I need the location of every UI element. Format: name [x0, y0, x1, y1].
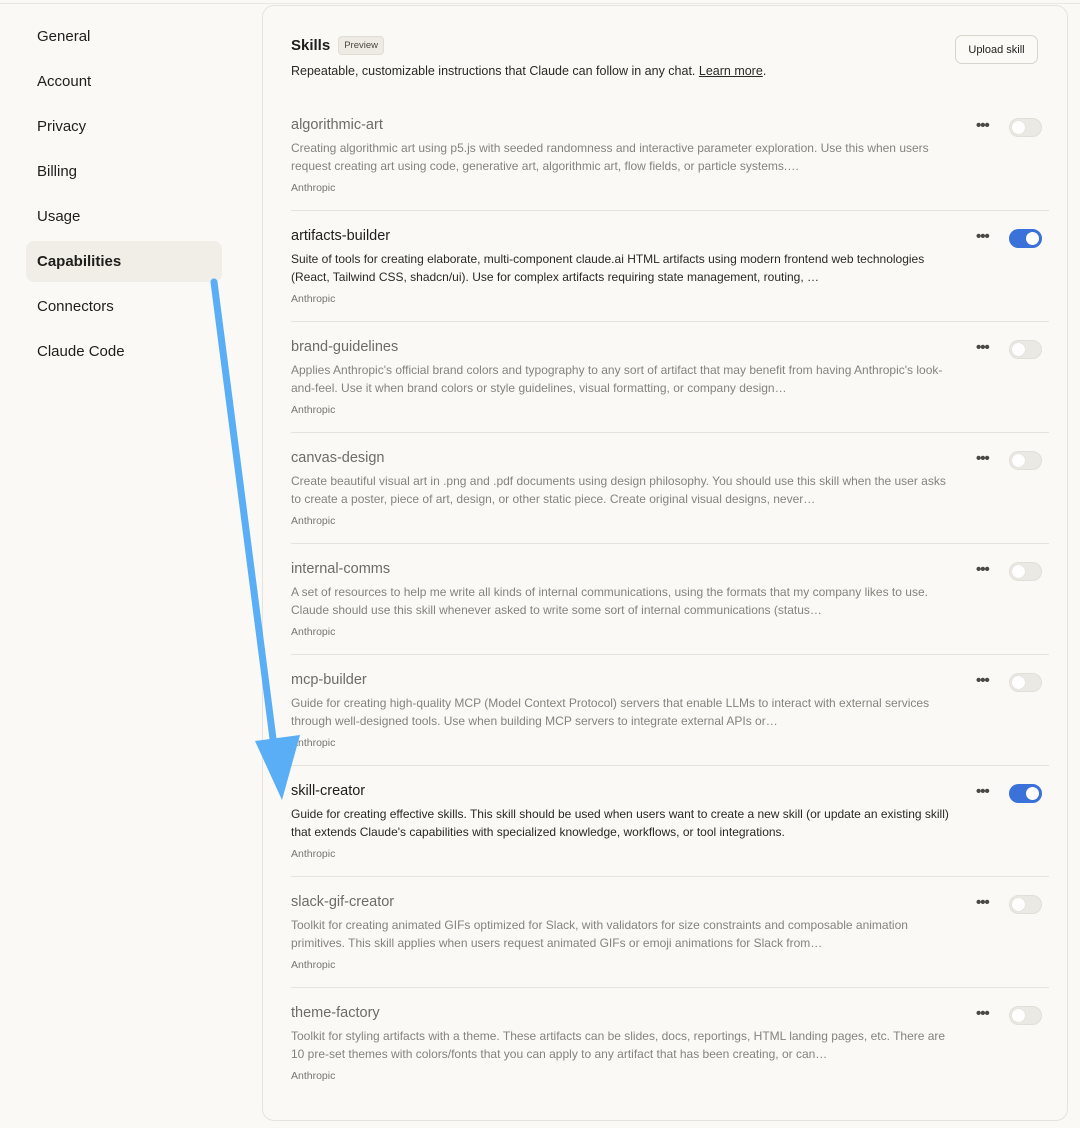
- sidebar-item-claude-code[interactable]: Claude Code: [26, 331, 222, 372]
- skill-row-slack-gif-creator: slack-gif-creator Toolkit for creating an…: [291, 877, 1049, 988]
- toggle-knob: [1012, 121, 1025, 134]
- skill-description: Creating algorithmic art using p5.js wit…: [291, 141, 929, 173]
- toggle-knob: [1012, 565, 1025, 578]
- skill-row-brand-guidelines: brand-guidelines Applies Anthropic's offi…: [291, 322, 1049, 433]
- toggle-knob: [1012, 1009, 1025, 1022]
- more-options-icon[interactable]: •••: [976, 1005, 990, 1022]
- skill-author: Anthropic: [291, 515, 336, 527]
- skill-description: Toolkit for creating animated GIFs optim…: [291, 918, 908, 950]
- skill-toggle[interactable]: [1009, 451, 1042, 470]
- skill-author: Anthropic: [291, 404, 336, 416]
- skill-author: Anthropic: [291, 293, 336, 305]
- learn-more-link[interactable]: Learn more: [699, 64, 763, 78]
- more-options-icon[interactable]: •••: [976, 561, 990, 578]
- skill-row-skill-creator: skill-creator Guide for creating effectiv…: [291, 766, 1049, 877]
- skill-author: Anthropic: [291, 1070, 336, 1082]
- more-options-icon[interactable]: •••: [976, 117, 990, 134]
- skill-author: Anthropic: [291, 737, 336, 749]
- skill-toggle[interactable]: [1009, 1006, 1042, 1025]
- skill-name[interactable]: slack-gif-creator: [291, 894, 394, 910]
- skills-subtitle-text: Repeatable, customizable instructions th…: [291, 64, 699, 78]
- upload-skill-button[interactable]: Upload skill: [955, 35, 1038, 64]
- skill-name[interactable]: canvas-design: [291, 450, 385, 466]
- sidebar-item-general[interactable]: General: [26, 16, 222, 57]
- skill-row-algorithmic-art: algorithmic-art Creating algorithmic art …: [291, 100, 1049, 211]
- skill-author: Anthropic: [291, 626, 336, 638]
- skills-subtitle: Repeatable, customizable instructions th…: [291, 64, 1039, 78]
- skill-name[interactable]: algorithmic-art: [291, 117, 383, 133]
- more-options-icon[interactable]: •••: [976, 894, 990, 911]
- skill-author: Anthropic: [291, 848, 336, 860]
- more-options-icon[interactable]: •••: [976, 672, 990, 689]
- settings-sidebar: General Account Privacy Billing Usage Ca…: [26, 16, 222, 376]
- skill-row-mcp-builder: mcp-builder Guide for creating high-quali…: [291, 655, 1049, 766]
- toggle-knob: [1012, 676, 1025, 689]
- skill-description: Suite of tools for creating elaborate, m…: [291, 252, 925, 284]
- sidebar-item-privacy[interactable]: Privacy: [26, 106, 222, 147]
- sidebar-item-billing[interactable]: Billing: [26, 151, 222, 192]
- more-options-icon[interactable]: •••: [976, 228, 990, 245]
- skill-row-artifacts-builder: artifacts-builder Suite of tools for crea…: [291, 211, 1049, 322]
- skill-description: Applies Anthropic's official brand color…: [291, 363, 943, 395]
- skill-description: Create beautiful visual art in .png and …: [291, 474, 946, 506]
- skill-author: Anthropic: [291, 182, 336, 194]
- skills-subtitle-end: .: [762, 64, 767, 78]
- skill-description: Guide for creating high-quality MCP (Mod…: [291, 696, 930, 728]
- skill-name[interactable]: mcp-builder: [291, 672, 367, 688]
- skill-description: Guide for creating effective skills. Thi…: [291, 807, 949, 839]
- skill-toggle[interactable]: [1009, 562, 1042, 581]
- toggle-knob: [1012, 343, 1025, 356]
- preview-badge: Preview: [338, 36, 384, 55]
- skill-toggle[interactable]: [1009, 340, 1042, 359]
- skill-toggle[interactable]: [1009, 118, 1042, 137]
- skill-row-canvas-design: canvas-design Create beautiful visual art…: [291, 433, 1049, 544]
- skill-row-theme-factory: theme-factory Toolkit for styling artifac…: [291, 988, 1049, 1099]
- skill-row-internal-comms: internal-comms A set of resources to help…: [291, 544, 1049, 655]
- skill-description: Toolkit for styling artifacts with a the…: [291, 1029, 946, 1061]
- sidebar-item-capabilities[interactable]: Capabilities: [26, 241, 222, 282]
- more-options-icon[interactable]: •••: [976, 450, 990, 467]
- skill-toggle[interactable]: [1009, 784, 1042, 803]
- skill-name[interactable]: theme-factory: [291, 1005, 380, 1021]
- skills-panel: Skills Preview Repeatable, customizable …: [262, 5, 1068, 1121]
- skill-toggle[interactable]: [1009, 895, 1042, 914]
- skill-author: Anthropic: [291, 959, 336, 971]
- skills-title: Skills: [291, 37, 331, 54]
- skill-name[interactable]: skill-creator: [291, 783, 365, 799]
- toggle-knob: [1012, 898, 1025, 911]
- sidebar-item-connectors[interactable]: Connectors: [26, 286, 222, 327]
- skills-list: algorithmic-art Creating algorithmic art …: [291, 100, 1049, 1099]
- toggle-knob: [1012, 454, 1025, 467]
- more-options-icon[interactable]: •••: [976, 783, 990, 800]
- skill-toggle[interactable]: [1009, 229, 1042, 248]
- sidebar-item-account[interactable]: Account: [26, 61, 222, 102]
- skill-name[interactable]: brand-guidelines: [291, 339, 398, 355]
- skill-toggle[interactable]: [1009, 673, 1042, 692]
- toggle-knob: [1026, 787, 1039, 800]
- sidebar-item-usage[interactable]: Usage: [26, 196, 222, 237]
- more-options-icon[interactable]: •••: [976, 339, 990, 356]
- skill-description: A set of resources to help me write all …: [291, 585, 928, 617]
- skill-name[interactable]: artifacts-builder: [291, 228, 390, 244]
- skills-title-row: Skills Preview: [291, 36, 1039, 55]
- skill-name[interactable]: internal-comms: [291, 561, 390, 577]
- top-divider: [0, 0, 1080, 4]
- skills-header: Skills Preview Repeatable, customizable …: [291, 36, 1039, 78]
- toggle-knob: [1026, 232, 1039, 245]
